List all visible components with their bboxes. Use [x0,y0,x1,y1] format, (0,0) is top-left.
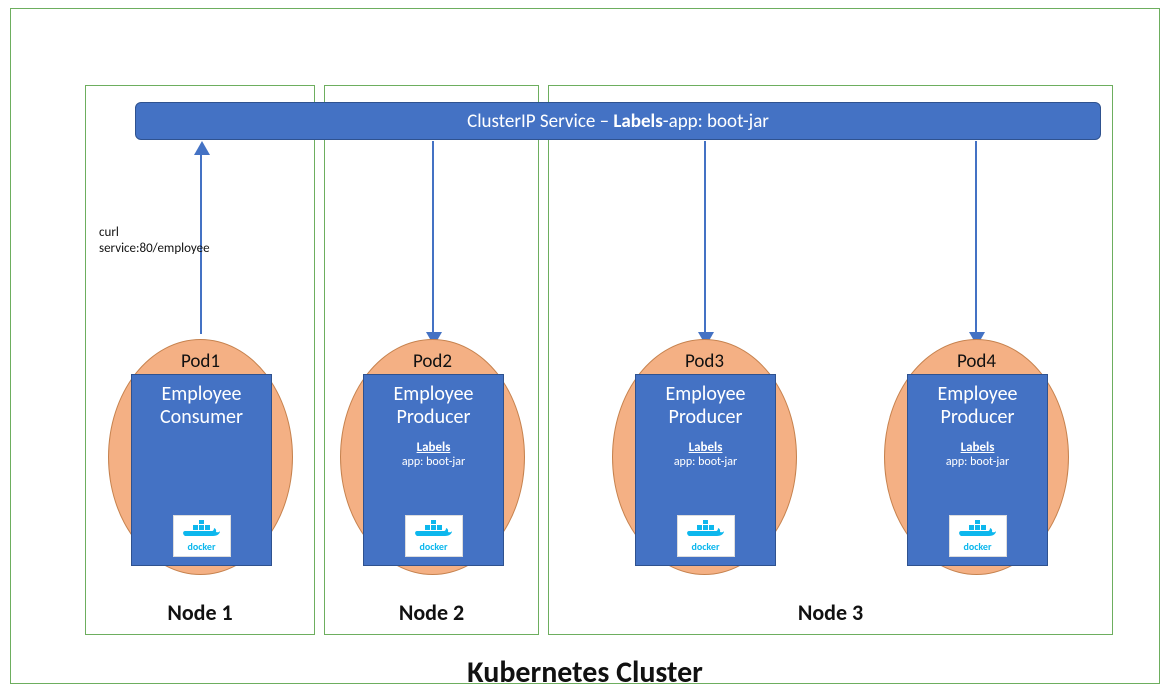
clusterip-service-bar: ClusterIP Service – Labels-app: boot-jar [135,102,1101,140]
service-bold: Labels [613,110,662,133]
docker-text: docker [691,540,719,553]
docker-text: docker [187,540,215,553]
docker-icon [958,520,998,542]
pod-4-container: Employee Producer Labels app: boot-jar d… [907,374,1048,566]
node-3-label: Node 3 [549,599,1112,626]
cluster-title: Kubernetes Cluster [0,654,1170,691]
curl-line2: service:80/employee [99,241,210,257]
pod-2-container-title: Employee Producer [364,375,503,429]
node-2-label: Node 2 [325,599,538,626]
pod-4-container-title: Employee Producer [908,375,1047,429]
docker-icon [414,520,454,542]
node-1-label: Node 1 [86,599,314,626]
pod-1-label: Pod1 [109,350,292,373]
pod-3-labels-title: Labels [636,441,775,456]
pod-4: Pod4 Employee Producer Labels app: boot-… [884,339,1069,575]
service-prefix: ClusterIP Service – [467,110,613,133]
service-label: ClusterIP Service – Labels-app: boot-jar [467,110,769,133]
docker-text: docker [419,540,447,553]
pod-2-container: Employee Producer Labels app: boot-jar d… [363,374,504,566]
pod-2-label: Pod2 [341,350,524,373]
service-suffix: -app: boot-jar [663,110,769,133]
docker-logo: docker [173,515,231,557]
pod-2-labels-title: Labels [364,441,503,456]
curl-annotation: curl service:80/employee [99,225,210,256]
pod-4-labels: Labels app: boot-jar [908,441,1047,470]
pod-2-labels-value: app: boot-jar [364,456,503,470]
pod-3-container-title: Employee Producer [636,375,775,429]
docker-icon [686,520,726,542]
arrow-service-to-pod2 [432,141,434,334]
pod-4-labels-value: app: boot-jar [908,456,1047,470]
pod-1: Pod1 Employee Consumer docker [108,339,293,575]
pod-2: Pod2 Employee Producer Labels app: boot-… [340,339,525,575]
arrow-service-to-pod3 [704,141,706,334]
docker-text: docker [963,540,991,553]
pod-4-label: Pod4 [885,350,1068,373]
docker-logo: docker [949,515,1007,557]
pod-4-labels-title: Labels [908,441,1047,456]
pod-3-label: Pod3 [613,350,796,373]
pod-3-labels-value: app: boot-jar [636,456,775,470]
pod-3-labels: Labels app: boot-jar [636,441,775,470]
pod-3: Pod3 Employee Producer Labels app: boot-… [612,339,797,575]
docker-logo: docker [405,515,463,557]
curl-line1: curl [99,225,210,241]
pod-1-container: Employee Consumer docker [131,374,272,566]
arrow-service-to-pod4 [975,141,977,334]
pod-1-container-title: Employee Consumer [132,375,271,429]
pod-3-container: Employee Producer Labels app: boot-jar d… [635,374,776,566]
docker-logo: docker [677,515,735,557]
pod-2-labels: Labels app: boot-jar [364,441,503,470]
docker-icon [182,520,222,542]
